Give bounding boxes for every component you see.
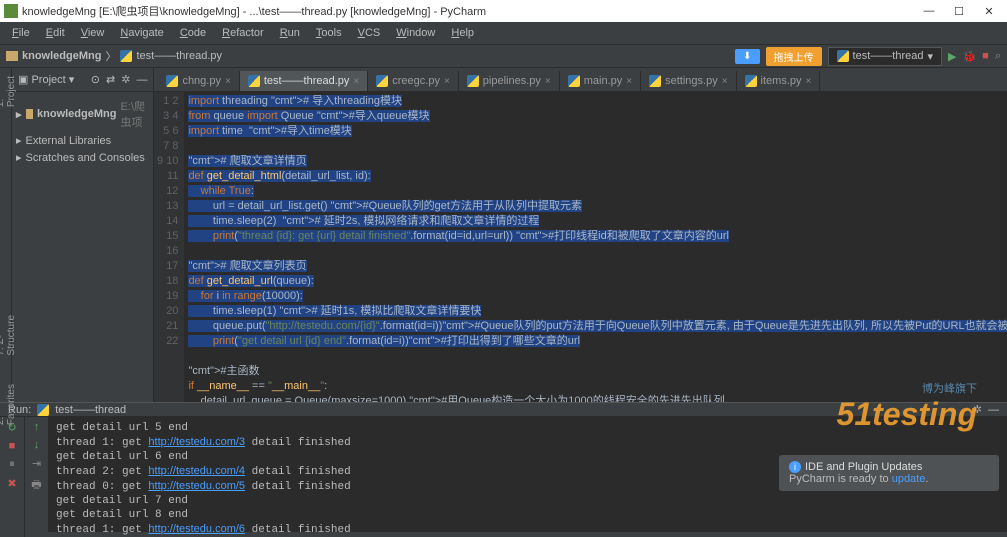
close-icon[interactable]: ✖ (7, 477, 16, 490)
menu-edit[interactable]: Edit (40, 25, 71, 41)
editor-tabs: chng.py×test——thread.py×creegc.py×pipeli… (154, 68, 1007, 92)
python-icon (837, 50, 849, 62)
window-title: knowledgeMng [E:\爬虫项目\knowledgeMng] - ..… (22, 3, 915, 19)
info-icon: i (789, 461, 801, 473)
menu-window[interactable]: Window (390, 25, 441, 41)
close-icon[interactable]: × (626, 76, 632, 87)
editor-tab[interactable]: main.py× (560, 71, 641, 91)
run-config-selector[interactable]: test——thread ▾ (828, 47, 942, 66)
editor-tab[interactable]: settings.py× (641, 71, 736, 91)
breadcrumb-sep: 〉 (105, 48, 116, 64)
update-notification[interactable]: i IDE and Plugin Updates PyCharm is ready… (779, 455, 999, 491)
python-icon (37, 404, 49, 416)
menu-code[interactable]: Code (174, 25, 212, 41)
menu-view[interactable]: View (75, 25, 111, 41)
editor-tab[interactable]: pipelines.py× (459, 71, 560, 91)
close-icon[interactable]: × (225, 76, 231, 87)
notification-title: IDE and Plugin Updates (805, 461, 922, 473)
close-icon[interactable]: × (353, 76, 359, 87)
code-content[interactable]: import threading "cmt"># 导入threading模块 f… (184, 92, 1007, 402)
debug-button[interactable]: 🐞 (962, 50, 976, 63)
divide-icon[interactable]: ⇄ (106, 73, 115, 86)
menubar: FileEditViewNavigate CodeRefactorRunTools… (0, 22, 1007, 44)
window-titlebar: knowledgeMng [E:\爬虫项目\knowledgeMng] - ..… (0, 0, 1007, 22)
menu-tools[interactable]: Tools (310, 25, 348, 41)
nav-toolbar: knowledgeMng 〉 test——thread.py ⬇ 拖拽上传 te… (0, 44, 1007, 68)
menu-navigate[interactable]: Navigate (114, 25, 169, 41)
project-tree[interactable]: ▸ knowledgeMng E:\爬虫项▸ External Librarie… (12, 92, 153, 402)
close-button[interactable]: ✕ (975, 1, 1003, 21)
run-tab-name[interactable]: test——thread (55, 404, 126, 416)
menu-refactor[interactable]: Refactor (216, 25, 270, 41)
editor-tab[interactable]: test——thread.py× (240, 71, 368, 91)
close-icon[interactable]: × (722, 76, 728, 87)
hide-icon[interactable]: — (988, 404, 999, 416)
maximize-button[interactable]: ☐ (945, 1, 973, 21)
update-link[interactable]: update (892, 473, 926, 485)
notification-body: PyCharm is ready to (789, 473, 892, 485)
python-icon (120, 50, 132, 62)
menu-vcs[interactable]: VCS (352, 25, 387, 41)
down-icon[interactable]: ↓ (34, 439, 40, 451)
project-panel: ▣ Project ▾ ⊙ ⇄ ✲ — ▸ knowledgeMng E:\爬虫… (12, 68, 154, 402)
menu-run[interactable]: Run (274, 25, 306, 41)
run-toolbar-right: ↑ ↓ ⇥ 🖶 (24, 417, 48, 537)
tree-item[interactable]: ▸ External Libraries (12, 132, 153, 149)
close-icon[interactable]: × (806, 76, 812, 87)
print-icon[interactable]: 🖶 (31, 476, 41, 495)
stop-button[interactable]: ■ (9, 440, 16, 452)
left-tool-strip: 1: Project 7: Z- Structure 2: Favorites (0, 68, 12, 402)
download-button[interactable]: ⬇ (735, 49, 759, 64)
project-tool-tab[interactable]: 1: Project (0, 72, 17, 111)
collapse-icon[interactable]: ⊙ (91, 73, 100, 86)
editor-tab[interactable]: creegc.py× (368, 71, 459, 91)
gear-icon[interactable]: ✲ (121, 73, 130, 86)
editor-tab[interactable]: chng.py× (158, 71, 239, 91)
gear-icon[interactable]: ✲ (973, 403, 982, 416)
close-icon[interactable]: × (444, 76, 450, 87)
hide-icon[interactable]: — (136, 74, 147, 86)
project-view-selector[interactable]: ▣ Project ▾ (18, 73, 74, 86)
run-button[interactable]: ▶ (948, 50, 956, 63)
breadcrumb-file[interactable]: test——thread.py (136, 50, 222, 62)
app-icon (4, 4, 18, 18)
line-gutter: 1 2 3 4 5 6 7 8 9 10 11 12 13 14 15 16 1… (154, 92, 184, 402)
search-button[interactable]: ⌕ (995, 50, 1001, 63)
breadcrumb-project[interactable]: knowledgeMng (22, 50, 101, 62)
folder-icon (6, 51, 18, 61)
minimize-button[interactable]: — (915, 1, 943, 21)
stop-button[interactable]: ■ (982, 50, 989, 62)
run-config-name: test——thread (853, 50, 924, 62)
chevron-down-icon: ▾ (927, 50, 933, 63)
close-icon[interactable]: × (545, 76, 551, 87)
up-icon[interactable]: ↑ (34, 421, 40, 433)
code-editor[interactable]: 1 2 3 4 5 6 7 8 9 10 11 12 13 14 15 16 1… (154, 92, 1007, 402)
menu-file[interactable]: File (6, 25, 36, 41)
menu-help[interactable]: Help (445, 25, 480, 41)
structure-tool-tab[interactable]: 7: Z- Structure (0, 311, 17, 360)
tree-item[interactable]: ▸ knowledgeMng E:\爬虫项 (12, 96, 153, 132)
wrap-icon[interactable]: ⇥ (32, 457, 41, 470)
run-toolbar-left: ↻ ■ ⏸ ✖ (0, 417, 24, 537)
editor-tab[interactable]: items.py× (737, 71, 821, 91)
pause-icon[interactable]: ⏸ (9, 458, 15, 471)
tree-item[interactable]: ▸ Scratches and Consoles (12, 149, 153, 166)
upload-button[interactable]: 拖拽上传 (766, 47, 822, 66)
favorites-tool-tab[interactable]: 2: Favorites (0, 380, 17, 429)
